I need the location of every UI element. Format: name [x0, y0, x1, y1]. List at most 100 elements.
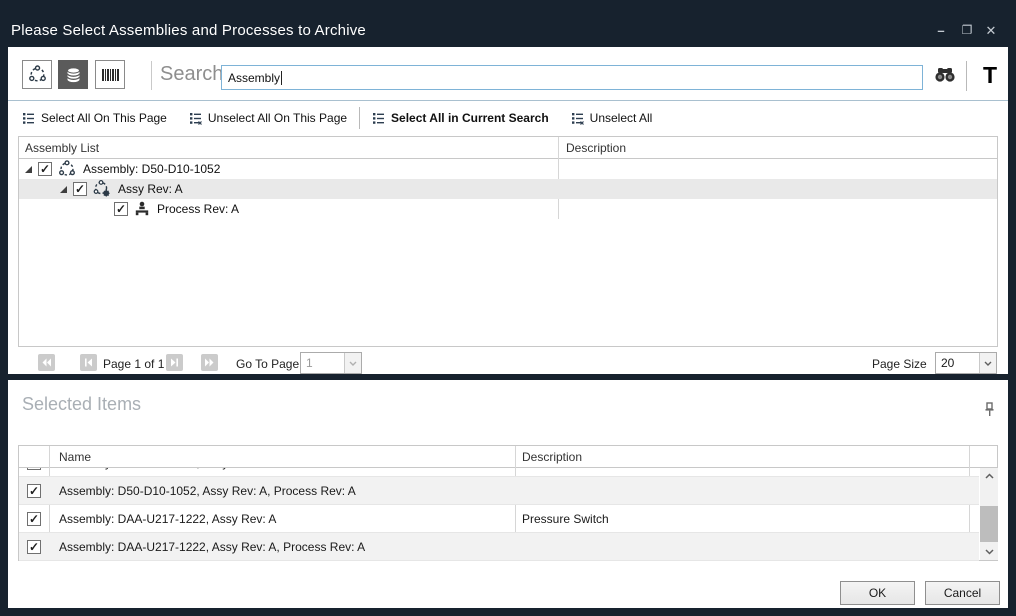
unselect-list-icon	[189, 112, 202, 125]
expander-icon[interactable]	[25, 166, 32, 173]
row-description: Pressure Switch	[522, 512, 609, 526]
barcode-view-button[interactable]	[95, 60, 125, 89]
toolbar-separator-2	[966, 61, 967, 91]
description-column-header[interactable]: Description	[522, 450, 582, 464]
tree-row-assy-rev[interactable]: Assy Rev: A	[19, 179, 997, 199]
goto-page-label: Go To Page	[236, 357, 299, 371]
first-page-icon	[41, 358, 52, 367]
vertical-scrollbar[interactable]	[980, 468, 998, 560]
next-page-button[interactable]	[166, 354, 183, 371]
previous-page-button[interactable]	[80, 354, 97, 371]
previous-page-icon	[84, 358, 93, 367]
assembly-list-column-header[interactable]: Assembly List	[25, 141, 99, 155]
barcode-icon	[101, 68, 120, 82]
selected-items-panel: Selected Items Name Description Assembl	[8, 380, 1008, 608]
tree-checkbox[interactable]	[114, 202, 128, 216]
close-button[interactable]: ✕	[980, 22, 1002, 40]
maximize-button[interactable]: ❐	[956, 22, 978, 40]
scroll-down-button[interactable]	[980, 544, 998, 560]
unselect-all-label: Unselect All	[590, 111, 653, 125]
unselect-all-on-page-label: Unselect All On This Page	[208, 111, 347, 125]
cancel-button[interactable]: Cancel	[925, 581, 1000, 605]
toolbar-separator	[151, 61, 152, 90]
database-view-button[interactable]	[58, 60, 88, 89]
minimize-button[interactable]: –	[930, 22, 952, 40]
tree-row-assembly[interactable]: Assembly: D50-D10-1052	[19, 159, 997, 179]
binoculars-icon	[933, 67, 957, 83]
row-checkbox[interactable]	[27, 468, 41, 470]
window-title: Please Select Assemblies and Processes t…	[11, 22, 366, 39]
row-name: Assembly: D50-D10-1052, Assy Rev: A	[59, 468, 267, 470]
unselect-all-link[interactable]: Unselect All	[571, 111, 653, 125]
tree-checkbox[interactable]	[38, 162, 52, 176]
row-name: Assembly: DAA-U217-1222, Assy Rev: A	[59, 512, 276, 526]
row-name: Assembly: DAA-U217-1222, Assy Rev: A, Pr…	[59, 540, 365, 554]
tree-item-label: Assy Rev: A	[118, 182, 183, 196]
select-all-on-page-link[interactable]: Select All On This Page	[22, 111, 167, 125]
chevron-down-icon	[985, 549, 994, 555]
tree-checkbox[interactable]	[73, 182, 87, 196]
find-button[interactable]	[933, 67, 957, 83]
first-page-button[interactable]	[38, 354, 55, 371]
title-bar: Please Select Assemblies and Processes t…	[0, 0, 1016, 47]
scrollbar-thumb[interactable]	[980, 506, 998, 542]
assembly-view-button[interactable]	[22, 60, 52, 89]
assembly-icon	[58, 160, 76, 178]
process-icon	[134, 201, 150, 217]
database-icon	[64, 66, 83, 84]
row-checkbox[interactable]	[27, 540, 41, 554]
select-all-on-page-label: Select All On This Page	[41, 111, 167, 125]
selected-row[interactable]: Assembly: DAA-U217-1222, Assy Rev: A, Pr…	[19, 533, 979, 561]
assembly-icon	[28, 65, 47, 84]
last-page-button[interactable]	[201, 354, 218, 371]
row-checkbox[interactable]	[27, 484, 41, 498]
next-page-icon	[170, 358, 179, 367]
tree-row-process-rev[interactable]: Process Rev: A	[19, 199, 997, 219]
assembly-rev-icon	[93, 180, 111, 198]
text-caret	[281, 71, 282, 85]
chevron-down-icon[interactable]	[979, 353, 996, 373]
selected-items-body: Assembly: D50-D10-1052, Assy Rev: A Asse…	[19, 468, 979, 561]
select-all-in-search-label: Select All in Current Search	[391, 111, 549, 125]
selected-items-header-row: Name Description	[19, 446, 997, 468]
selected-row[interactable]: Assembly: DAA-U217-1222, Assy Rev: A Pre…	[19, 505, 979, 533]
selected-row[interactable]: Assembly: D50-D10-1052, Assy Rev: A, Pro…	[19, 477, 979, 505]
last-page-icon	[204, 358, 215, 367]
search-results-panel: Search Assembly T	[8, 47, 1008, 374]
selection-actions-row: Select All On This Page Unselect All On …	[8, 104, 1008, 132]
pagination-bar: Page 1 of 1 Go To Page 1 Page Size 2	[8, 352, 1008, 374]
clipped-row-viewport: Assembly: D50-D10-1052, Assy Rev: A	[19, 468, 979, 477]
dialog-window: Please Select Assemblies and Processes t…	[0, 0, 1016, 616]
description-column-header[interactable]: Description	[566, 141, 626, 155]
goto-page-value: 1	[301, 353, 344, 373]
unselect-list-icon	[571, 112, 584, 125]
pin-icon[interactable]	[984, 402, 995, 417]
tree-item-label: Process Rev: A	[157, 202, 239, 216]
page-size-label: Page Size	[872, 357, 927, 371]
selected-items-title: Selected Items	[22, 394, 141, 415]
search-input-value: Assembly	[228, 71, 280, 85]
search-label: Search	[160, 63, 223, 86]
tree-item-label: Assembly: D50-D10-1052	[83, 162, 220, 176]
scroll-up-button[interactable]	[980, 468, 998, 484]
assembly-list-header-row: Assembly List Description	[19, 137, 997, 159]
expander-icon[interactable]	[60, 186, 67, 193]
name-column-header[interactable]: Name	[59, 450, 91, 464]
page-indicator: Page 1 of 1	[103, 357, 164, 371]
text-filter-button[interactable]: T	[977, 61, 1003, 89]
chevron-down-icon[interactable]	[344, 353, 361, 373]
search-input[interactable]: Assembly	[221, 65, 923, 90]
row-name: Assembly: D50-D10-1052, Assy Rev: A, Pro…	[59, 484, 356, 498]
row-checkbox[interactable]	[27, 512, 41, 526]
select-all-in-search-link[interactable]: Select All in Current Search	[372, 111, 549, 125]
page-size-combobox[interactable]: 20	[935, 352, 997, 374]
select-list-icon	[22, 112, 35, 125]
goto-page-combobox[interactable]: 1	[300, 352, 362, 374]
ok-button[interactable]: OK	[840, 581, 915, 605]
selected-row[interactable]: Assembly: D50-D10-1052, Assy Rev: A	[19, 468, 979, 477]
select-list-icon	[372, 112, 385, 125]
unselect-all-on-page-link[interactable]: Unselect All On This Page	[189, 111, 347, 125]
links-separator	[359, 107, 360, 129]
selected-items-table: Name Description Assembly: D50-D10-1052,…	[18, 445, 998, 561]
chevron-up-icon	[985, 473, 994, 479]
